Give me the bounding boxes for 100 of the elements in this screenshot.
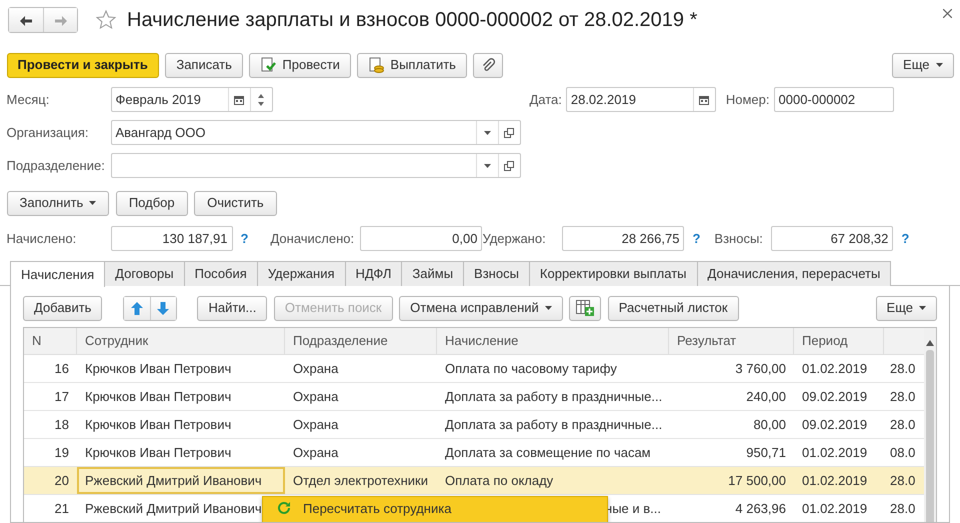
table-cell-text: 09.02.2019	[802, 388, 868, 406]
more-button[interactable]: Еще	[876, 296, 937, 320]
table-row[interactable]: 16 Крючков Иван Петрович Охрана Оплата по часовому тарифу 3 760,00 01.02.2019 28.0	[24, 355, 924, 383]
table-cell-text: Оплата по часовому тарифу	[445, 360, 617, 378]
table-cell-text: Охрана	[293, 388, 338, 406]
organization-field[interactable]: Авангард ООО	[110, 120, 520, 145]
menu-item[interactable]: Пересчитать сотрудника	[303, 501, 452, 517]
total-field[interactable]: 67 208,32	[771, 226, 894, 251]
table-cell-text: 01.02.2019	[802, 472, 868, 490]
table-cell-text: 240,00	[746, 388, 786, 406]
paperclip-icon	[481, 58, 496, 72]
add-column-button[interactable]	[569, 296, 602, 320]
close-icon	[943, 9, 952, 18]
number-field[interactable]: 0000-000002	[774, 87, 894, 112]
toolbar-button[interactable]: Добавить	[23, 296, 102, 320]
arrow-up-icon	[130, 302, 143, 316]
document-check-icon	[260, 57, 276, 73]
arrow-down-icon	[157, 302, 170, 316]
post-button[interactable]: Провести	[249, 52, 351, 78]
table-plus-icon	[576, 300, 594, 316]
tab[interactable]: Удержания	[256, 261, 346, 286]
month-field[interactable]: Февраль 2019	[110, 87, 272, 112]
field-label: Удержано:	[482, 230, 547, 248]
table-cell-text: Крючков Иван Петрович	[85, 388, 232, 406]
date-field[interactable]: 28.02.2019	[566, 87, 716, 112]
caret-icon	[544, 306, 552, 310]
table-cell-text: 16	[54, 360, 69, 378]
table-cell-text: 21	[54, 500, 69, 518]
table-cell-text: 01.02.2019	[802, 500, 868, 518]
field-label: Взносы:	[714, 230, 764, 248]
total-field[interactable]: 28 266,75	[562, 226, 684, 251]
field-label: Доначислено:	[270, 230, 356, 248]
table-cell-text: 950,71	[746, 444, 786, 462]
tab[interactable]: Доначисления, перерасчеты	[696, 261, 892, 286]
table-cell-text: 4 263,96	[735, 500, 786, 518]
spinner-icon[interactable]	[258, 92, 264, 106]
calendar-icon	[234, 94, 244, 104]
back-button[interactable]	[9, 8, 43, 32]
save-button[interactable]: Записать	[165, 52, 243, 78]
table-cell-text: 80,00	[753, 416, 786, 434]
tab[interactable]: Начисления	[10, 261, 106, 287]
move-down-button[interactable]	[150, 296, 176, 320]
table-cell-text: 17	[54, 388, 69, 406]
caret-icon	[936, 63, 942, 67]
open-icon[interactable]	[504, 160, 514, 170]
table-cell-text: Оплата по окладу	[445, 472, 554, 490]
dropdown-icon[interactable]	[484, 130, 490, 134]
tab[interactable]: Пособия	[184, 261, 258, 286]
table-cell-text: 01.02.2019	[802, 444, 868, 462]
open-icon[interactable]	[504, 128, 514, 138]
table-cell-text: Ржевский Дмитрий Иванович	[85, 500, 262, 518]
tab[interactable]: Взносы	[463, 261, 530, 286]
table-cell-text: Ржевский Дмитрий Иванович	[85, 472, 262, 490]
scroll-up-icon[interactable]	[926, 340, 934, 346]
column-header: Начисление	[445, 332, 518, 350]
help-link[interactable]: ?	[901, 228, 910, 248]
pay-button[interactable]: Выплатить	[357, 52, 467, 78]
field-label: Подразделение:	[6, 156, 106, 175]
table-row[interactable]: 18 Крючков Иван Петрович Охрана Доплата за работу в праздничные... 80,00 09.02.2019 28.0	[24, 411, 924, 439]
toolbar-button[interactable]: Заполнить	[6, 190, 110, 216]
field-label: Номер:	[726, 90, 770, 109]
table-cell-text: 20	[54, 472, 69, 490]
scrollbar[interactable]	[924, 328, 936, 522]
toolbar-button[interactable]: Очистить	[194, 190, 277, 216]
table-row[interactable]: 20 Ржевский Дмитрий Иванович Отдел электротехники Оплата по окладу 17 500,00 01.02.2019 28.0	[24, 467, 924, 495]
more-button[interactable]: Еще	[892, 52, 954, 78]
arrow-left-icon	[20, 16, 32, 26]
table-cell-text: Отдел электротехники	[293, 472, 428, 490]
dropdown-icon[interactable]	[484, 164, 490, 168]
toolbar-button[interactable]: Подбор	[116, 190, 188, 216]
tab[interactable]: Договоры	[104, 261, 185, 286]
move-up-button[interactable]	[124, 296, 150, 320]
tab[interactable]: Корректировки выплаты	[528, 261, 698, 286]
column-header: Подразделение	[293, 332, 388, 350]
total-field[interactable]: 130 187,91	[110, 226, 232, 251]
table-cell-text: 28.0	[890, 500, 916, 518]
table-cell-text: Охрана	[293, 416, 338, 434]
table-cell-text: Крючков Иван Петрович	[85, 416, 232, 434]
column-header: Результат	[677, 332, 736, 350]
star-icon[interactable]	[94, 9, 116, 31]
attach-button[interactable]	[473, 52, 504, 78]
toolbar-button[interactable]: Найти...	[197, 296, 268, 320]
calendar-icon	[699, 94, 710, 104]
department-field[interactable]	[110, 153, 520, 178]
total-field[interactable]: 0,00	[360, 226, 482, 251]
help-link[interactable]: ?	[240, 228, 248, 248]
toolbar-button[interactable]: Расчетный листок	[608, 296, 739, 320]
toolbar-button[interactable]: Отмена исправлений	[399, 296, 563, 320]
table-cell-text: Крючков Иван Петрович	[85, 360, 232, 378]
column-header: Сотрудник	[85, 332, 148, 350]
tab[interactable]: Займы	[401, 261, 464, 286]
field-label: Месяц:	[6, 90, 50, 109]
table-cell-text: 19	[54, 444, 69, 462]
window-title: Начисление зарплаты и взносов 0000-000002 от 28.02.2019 *	[127, 8, 698, 32]
post-and-close-button[interactable]: Провести и закрыть	[6, 52, 159, 78]
tab[interactable]: НДФЛ	[344, 261, 402, 286]
help-link[interactable]: ?	[692, 228, 700, 248]
column-header: N	[32, 332, 42, 350]
table-row[interactable]: 17 Крючков Иван Петрович Охрана Доплата за работу в праздничные... 240,00 09.02.2019 28.0	[24, 383, 924, 411]
caret-icon	[89, 201, 96, 205]
